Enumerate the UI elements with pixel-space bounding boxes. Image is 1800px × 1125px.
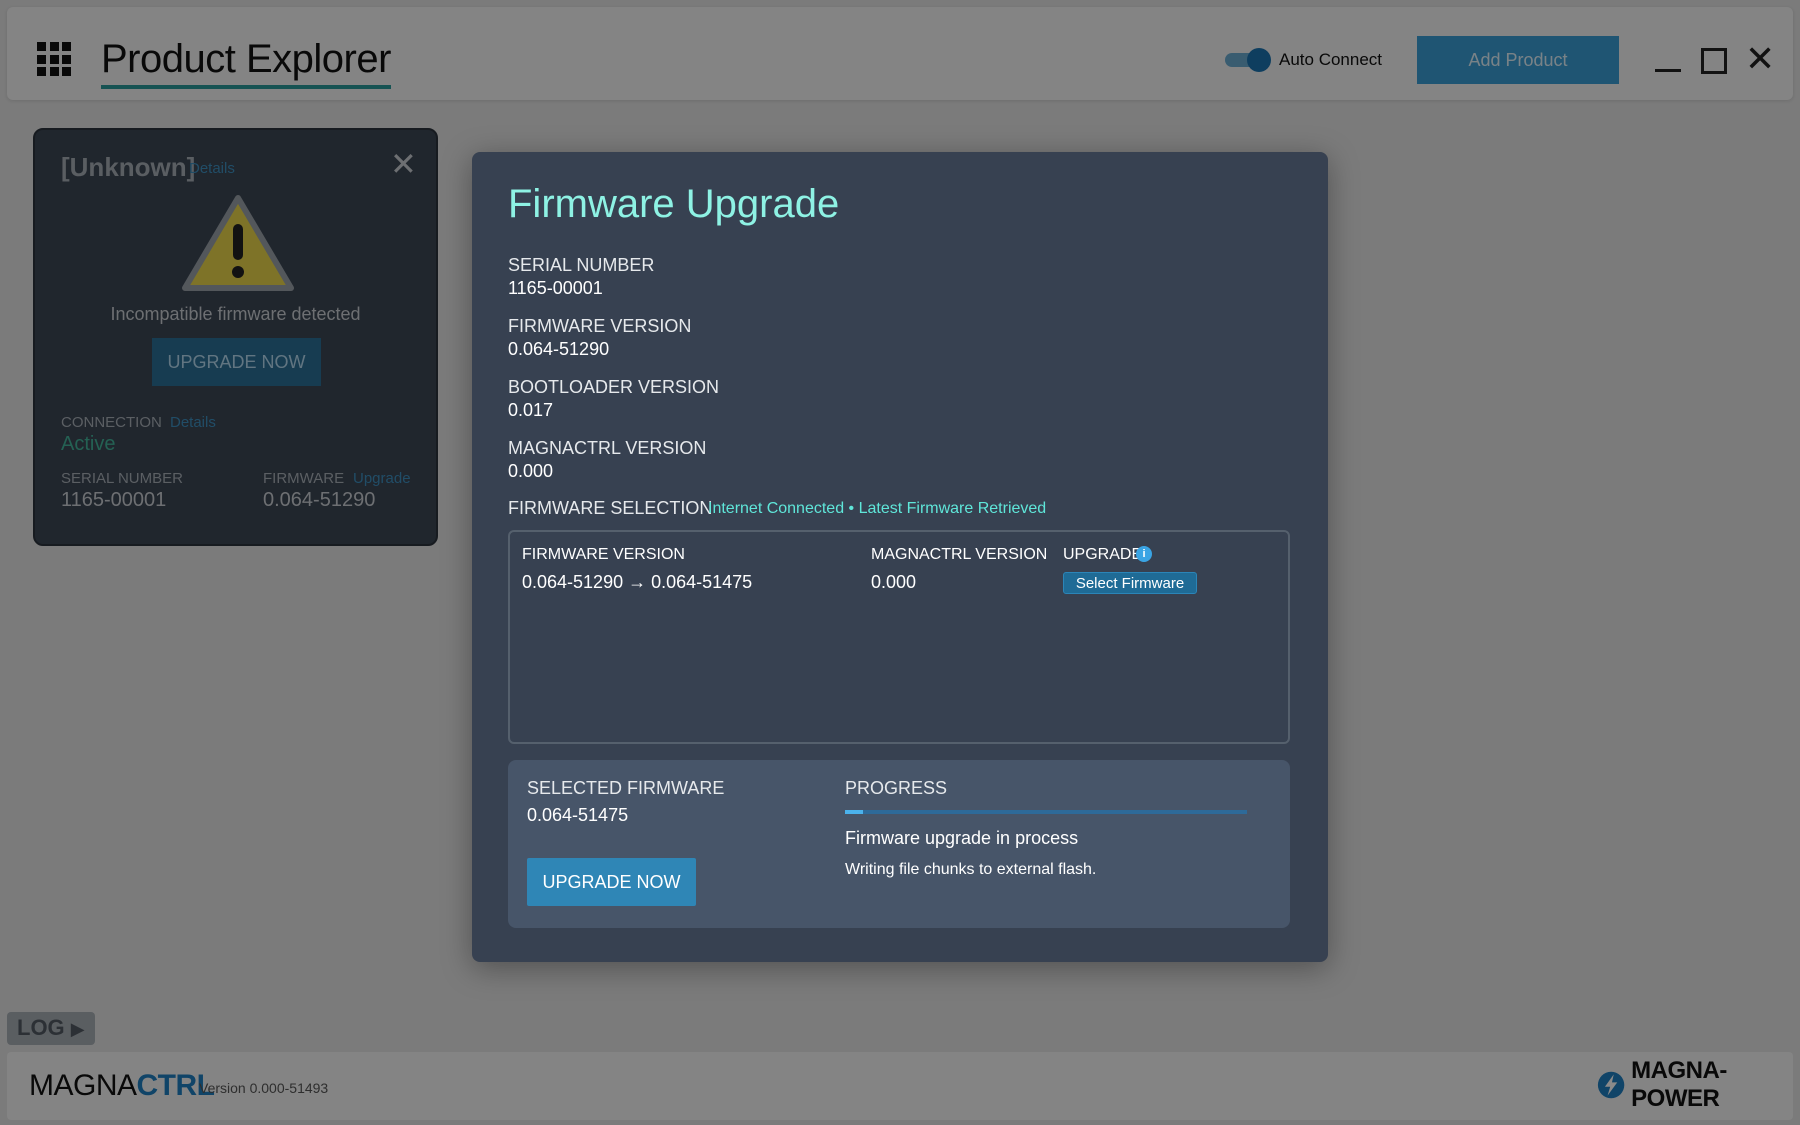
magnactrl-version-label: MAGNACTRL VERSION xyxy=(508,438,707,458)
firmware-selection-label: FIRMWARE SELECTION xyxy=(508,498,713,518)
firmware-version-value: 0.064-51290 xyxy=(508,339,610,359)
bootloader-version-label: BOOTLOADER VERSION xyxy=(508,377,720,397)
upgrade-panel: SELECTED FIRMWARE 0.064-51475 UPGRADE NO… xyxy=(508,760,1290,928)
progress-detail: Writing file chunks to external flash. xyxy=(845,861,1097,878)
firmware-upgrade-dialog: Firmware Upgrade SERIAL NUMBER 1165-0000… xyxy=(472,152,1328,962)
progress-label: PROGRESS xyxy=(845,778,948,798)
column-header-magnactrl-version: MAGNACTRL VERSION xyxy=(871,546,1048,563)
upgrade-now-button[interactable]: UPGRADE NOW xyxy=(527,858,696,906)
internet-status: Internet Connected • Latest Firmware Ret… xyxy=(708,500,1047,517)
row-magnactrl-version: 0.000 xyxy=(871,572,917,592)
serial-number-value: 1165-00001 xyxy=(508,278,603,298)
info-icon[interactable]: i xyxy=(1136,546,1152,562)
progress-status: Firmware upgrade in process xyxy=(845,828,1079,848)
selected-firmware-label: SELECTED FIRMWARE xyxy=(527,778,725,798)
selected-firmware-value: 0.064-51475 xyxy=(527,805,629,825)
progress-bar xyxy=(845,810,1247,814)
column-header-upgrade: UPGRADE xyxy=(1063,546,1143,563)
progress-bar-fill xyxy=(845,810,864,814)
row-firmware-version: 0.064-51290 → 0.064-51475 xyxy=(522,572,753,592)
firmware-table: FIRMWARE VERSION MAGNACTRL VERSION UPGRA… xyxy=(508,530,1290,744)
column-header-firmware-version: FIRMWARE VERSION xyxy=(522,546,685,563)
dialog-title: Firmware Upgrade xyxy=(508,182,840,226)
firmware-version-label: FIRMWARE VERSION xyxy=(508,316,692,336)
magnactrl-version-value: 0.000 xyxy=(508,461,554,481)
serial-number-label: SERIAL NUMBER xyxy=(508,255,655,275)
bootloader-version-value: 0.017 xyxy=(508,400,554,420)
select-firmware-button[interactable]: Select Firmware xyxy=(1063,572,1197,594)
